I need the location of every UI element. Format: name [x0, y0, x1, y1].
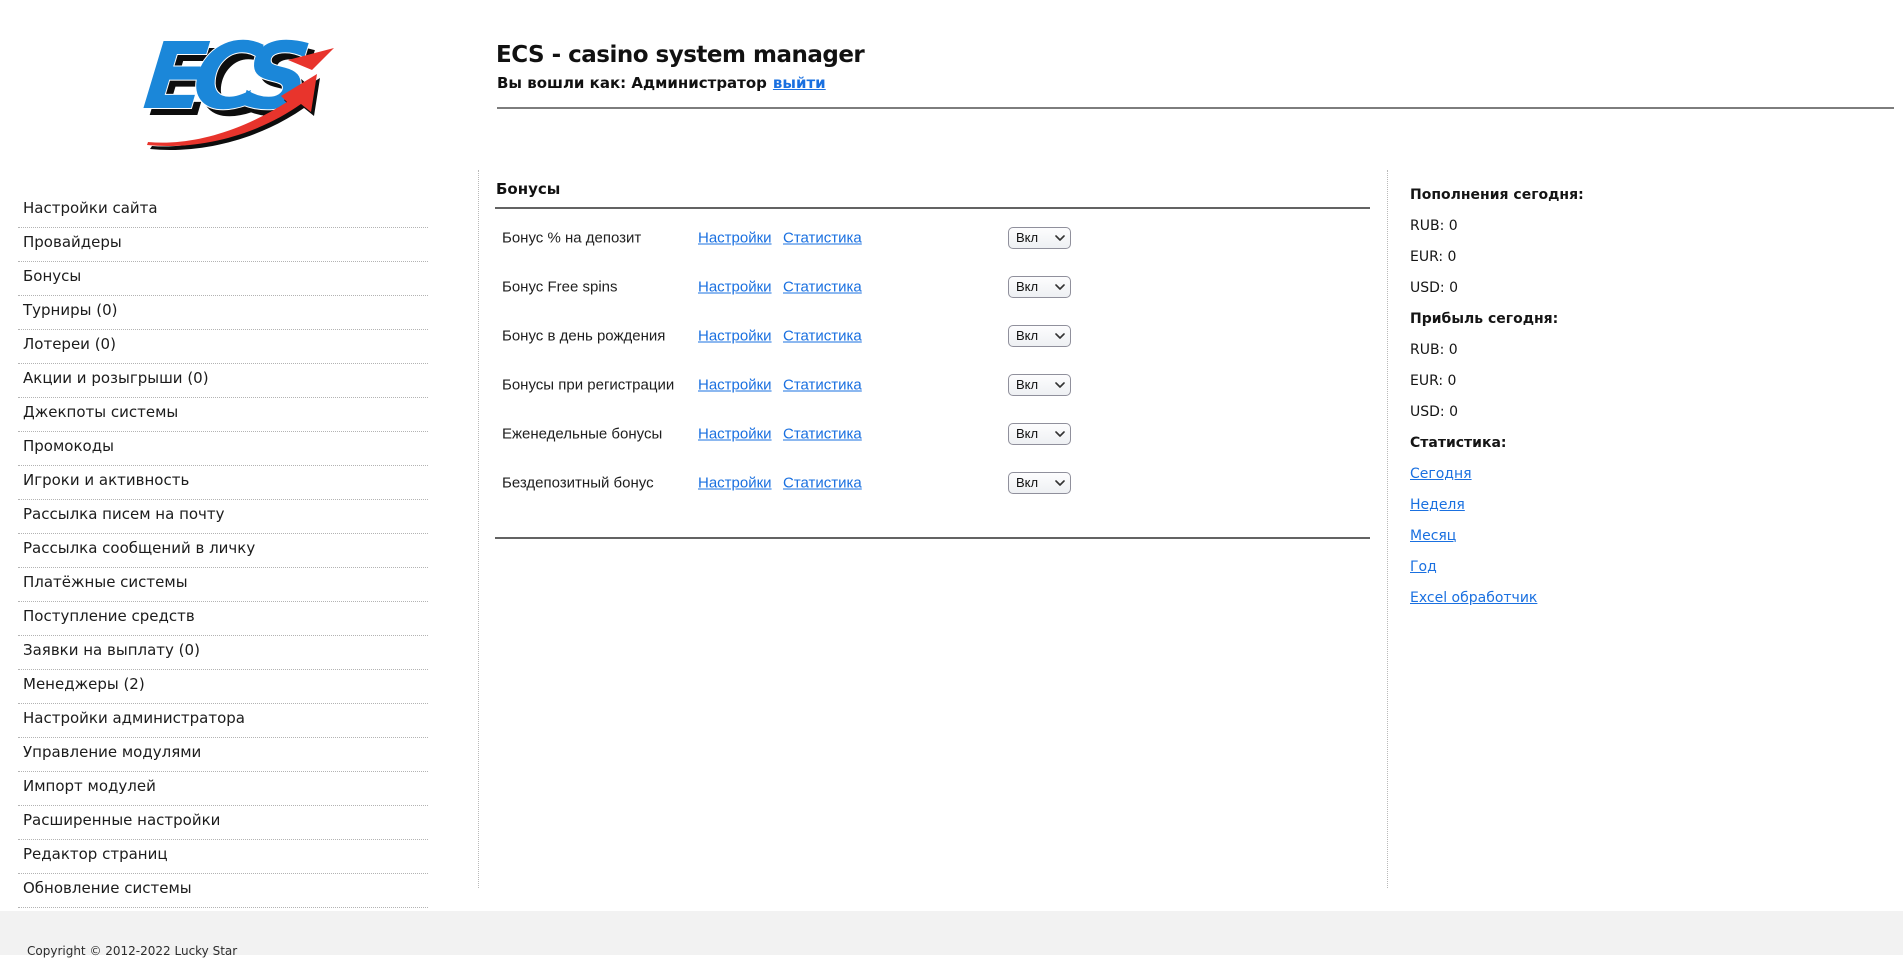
- bonus-statistics-link[interactable]: Статистика: [783, 327, 862, 344]
- sidebar-item[interactable]: Игроки и активность: [18, 466, 428, 500]
- login-status-text: Вы вошли как: Администратор: [497, 74, 767, 92]
- bonus-name: Бонус Free spins: [502, 278, 618, 295]
- stats-link-year[interactable]: Год: [1410, 559, 1437, 575]
- stats-link-week[interactable]: Неделя: [1410, 497, 1465, 513]
- toggle-selected-value: Вкл: [1016, 279, 1055, 294]
- bonus-settings-link[interactable]: Настройки: [698, 376, 772, 393]
- stats-link-month[interactable]: Месяц: [1410, 528, 1456, 544]
- bonus-statistics-link[interactable]: Статистика: [783, 474, 862, 491]
- deposits-usd-value: USD: 0: [1410, 273, 1710, 304]
- bonus-row: Бонусы при регистрации Настройки Статист…: [495, 360, 1370, 409]
- bonus-row: Бонус % на депозит Настройки Статистика …: [495, 213, 1370, 262]
- toggle-selected-value: Вкл: [1016, 475, 1055, 490]
- sidebar-item[interactable]: Турниры (0): [18, 296, 428, 330]
- sidebar-item[interactable]: Рассылка сообщений в личку: [18, 534, 428, 568]
- stats-link-today[interactable]: Сегодня: [1410, 466, 1472, 482]
- sidebar-item[interactable]: Провайдеры: [18, 228, 428, 262]
- profit-usd-value: USD: 0: [1410, 397, 1710, 428]
- sidebar-item[interactable]: Редактор страниц: [18, 840, 428, 874]
- bonus-name: Бонус % на депозит: [502, 229, 641, 246]
- sidebar-item[interactable]: Управление модулями: [18, 738, 428, 772]
- deposits-eur-value: EUR: 0: [1410, 242, 1710, 273]
- login-status: Вы вошли как: Администратор выйти: [497, 74, 826, 92]
- sidebar-menu: Настройки сайта Провайдеры Бонусы Турнир…: [18, 194, 428, 908]
- stats-link-excel[interactable]: Excel обработчик: [1410, 590, 1537, 606]
- toggle-selected-value: Вкл: [1016, 426, 1055, 441]
- bonus-statistics-link[interactable]: Статистика: [783, 278, 862, 295]
- toggle-selected-value: Вкл: [1016, 230, 1055, 245]
- bonus-name: Еженедельные бонусы: [502, 425, 662, 442]
- sidebar-item[interactable]: Джекпоты системы: [18, 398, 428, 432]
- bonus-toggle-select[interactable]: Вкл: [1008, 423, 1071, 445]
- logo-letters: ECS ECS: [138, 22, 318, 137]
- right-stats-panel: Пополнения сегодня: RUB: 0 EUR: 0 USD: 0…: [1410, 180, 1710, 614]
- bonus-statistics-link[interactable]: Статистика: [783, 425, 862, 442]
- bonus-settings-link[interactable]: Настройки: [698, 229, 772, 246]
- bonus-settings-link[interactable]: Настройки: [698, 278, 772, 295]
- chevron-down-icon: [1055, 235, 1065, 241]
- sidebar-item[interactable]: Настройки администратора: [18, 704, 428, 738]
- deposits-rub-value: RUB: 0: [1410, 211, 1710, 242]
- section-heading: Бонусы: [495, 172, 1370, 207]
- sidebar-item[interactable]: Настройки сайта: [18, 194, 428, 228]
- header-divider: [497, 107, 1894, 109]
- toggle-selected-value: Вкл: [1016, 377, 1055, 392]
- bonus-row: Бонус Free spins Настройки Статистика Вк…: [495, 262, 1370, 311]
- section-bottom-divider: [495, 537, 1370, 539]
- bonus-name: Бездепозитный бонус: [502, 474, 654, 491]
- ecs-logo[interactable]: ECS ECS: [138, 18, 348, 150]
- profit-eur-value: EUR: 0: [1410, 366, 1710, 397]
- footer: Copyright © 2012-2022 Lucky Star: [0, 911, 1903, 955]
- bonus-statistics-link[interactable]: Статистика: [783, 229, 862, 246]
- bonus-settings-link[interactable]: Настройки: [698, 425, 772, 442]
- sidebar-item[interactable]: Обновление системы: [18, 874, 428, 908]
- bonus-toggle-select[interactable]: Вкл: [1008, 325, 1071, 347]
- bonus-name: Бонусы при регистрации: [502, 376, 674, 393]
- bonus-toggle-select[interactable]: Вкл: [1008, 472, 1071, 494]
- sidebar-item[interactable]: Расширенные настройки: [18, 806, 428, 840]
- sidebar-item[interactable]: Платёжные системы: [18, 568, 428, 602]
- bonus-toggle-select[interactable]: Вкл: [1008, 374, 1071, 396]
- chevron-down-icon: [1055, 480, 1065, 486]
- sidebar-item[interactable]: Менеджеры (2): [18, 670, 428, 704]
- chevron-down-icon: [1055, 382, 1065, 388]
- bonus-list: Бонус % на депозит Настройки Статистика …: [495, 213, 1370, 507]
- statistics-heading: Статистика:: [1410, 428, 1710, 459]
- sidebar-item[interactable]: Лотереи (0): [18, 330, 428, 364]
- section-top-divider: [495, 207, 1370, 209]
- chevron-down-icon: [1055, 431, 1065, 437]
- deposits-today-heading: Пополнения сегодня:: [1410, 180, 1710, 211]
- bonus-toggle-select[interactable]: Вкл: [1008, 276, 1071, 298]
- bonus-settings-link[interactable]: Настройки: [698, 474, 772, 491]
- right-content-divider: [1387, 170, 1388, 888]
- bonus-settings-link[interactable]: Настройки: [698, 327, 772, 344]
- logout-link[interactable]: выйти: [773, 74, 826, 92]
- profit-rub-value: RUB: 0: [1410, 335, 1710, 366]
- bonus-row: Еженедельные бонусы Настройки Статистика…: [495, 409, 1370, 458]
- sidebar-item[interactable]: Заявки на выплату (0): [18, 636, 428, 670]
- bonus-row: Бонус в день рождения Настройки Статисти…: [495, 311, 1370, 360]
- left-content-divider: [478, 170, 479, 888]
- page-title: ECS - casino system manager: [496, 42, 864, 68]
- profit-today-heading: Прибыль сегодня:: [1410, 304, 1710, 335]
- toggle-selected-value: Вкл: [1016, 328, 1055, 343]
- copyright-text: Copyright © 2012-2022 Lucky Star: [27, 944, 237, 958]
- sidebar-item[interactable]: Поступление средств: [18, 602, 428, 636]
- bonus-name: Бонус в день рождения: [502, 327, 665, 344]
- sidebar-item[interactable]: Рассылка писем на почту: [18, 500, 428, 534]
- sidebar-item[interactable]: Промокоды: [18, 432, 428, 466]
- chevron-down-icon: [1055, 284, 1065, 290]
- bonus-toggle-select[interactable]: Вкл: [1008, 227, 1071, 249]
- sidebar-item[interactable]: Импорт модулей: [18, 772, 428, 806]
- bonus-statistics-link[interactable]: Статистика: [783, 376, 862, 393]
- main-content: Бонусы Бонус % на депозит Настройки Стат…: [495, 172, 1370, 539]
- sidebar-item[interactable]: Бонусы: [18, 262, 428, 296]
- sidebar-item[interactable]: Акции и розыгрыши (0): [18, 364, 428, 398]
- chevron-down-icon: [1055, 333, 1065, 339]
- bonus-row: Бездепозитный бонус Настройки Статистика…: [495, 458, 1370, 507]
